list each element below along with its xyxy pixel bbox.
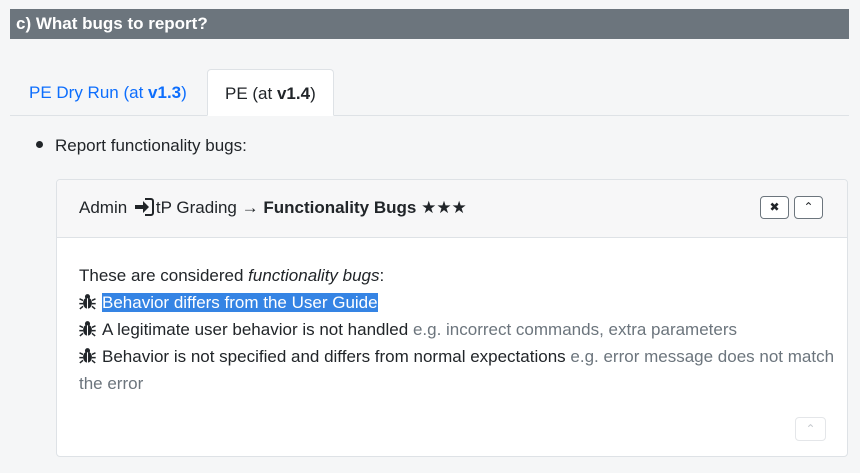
- intro-emphasis: functionality bugs: [248, 266, 380, 285]
- tab-label-suffix: ): [310, 84, 316, 103]
- tab-pe-dry-run[interactable]: PE Dry Run (at v1.3): [12, 69, 204, 116]
- tab-label: PE (at: [225, 84, 277, 103]
- intro-prefix: These are considered: [79, 266, 249, 285]
- title-admin: Admin: [79, 198, 128, 217]
- intro-text: These are considered functionality bugs:: [79, 262, 839, 289]
- tab-version: v1.4: [276, 84, 311, 103]
- bug-text: A legitimate user behavior is not handle…: [102, 320, 409, 339]
- bug-item: Behavior differs from the User Guide: [79, 289, 839, 316]
- section-header: c) What bugs to report?: [10, 9, 849, 39]
- tab-version: v1.3: [148, 83, 182, 102]
- bug-icon: [79, 321, 96, 337]
- card-body: These are considered functionality bugs:…: [79, 262, 839, 397]
- functionality-bugs-card: Admin tP Grading → Functionality Bugs ★★…: [56, 179, 848, 457]
- collapse-bottom-button[interactable]: ⌃: [795, 417, 826, 441]
- tab-bar: PE Dry Run (at v1.3) PE (at v1.4): [10, 69, 849, 116]
- sign-in-icon: [134, 198, 154, 216]
- tab-pe[interactable]: PE (at v1.4): [207, 69, 334, 116]
- tab-label-suffix: ): [181, 83, 187, 102]
- section-title: c) What bugs to report?: [16, 14, 208, 33]
- tab-label: PE Dry Run (at: [29, 83, 149, 102]
- bug-item: Behavior is not specified and differs fr…: [79, 343, 839, 397]
- card-header[interactable]: Admin tP Grading → Functionality Bugs ★★…: [57, 180, 847, 238]
- bullet-text: Report functionality bugs:: [55, 136, 247, 155]
- collapse-button[interactable]: ⌃: [794, 196, 823, 219]
- title-topic: Functionality Bugs: [263, 198, 417, 217]
- title-stars: ★★★: [421, 198, 467, 217]
- bullet-dot: [36, 141, 43, 149]
- bug-text: Behavior differs from the User Guide: [102, 293, 378, 312]
- bug-icon: [79, 294, 96, 310]
- chevron-up-icon: ⌃: [805, 422, 816, 436]
- chevron-up-icon: ⌃: [803, 200, 814, 214]
- close-icon: ✖: [769, 200, 780, 214]
- bullet-item: Report functionality bugs:: [36, 136, 247, 156]
- title-breadcrumb: tP Grading →: [155, 198, 259, 217]
- card-title: Admin tP Grading → Functionality Bugs ★★…: [79, 198, 467, 218]
- bug-text: Behavior is not specified and differs fr…: [102, 347, 566, 366]
- intro-suffix: :: [379, 266, 385, 285]
- bug-icon: [79, 348, 96, 364]
- bug-item: A legitimate user behavior is not handle…: [79, 316, 839, 343]
- bug-example: e.g. incorrect commands, extra parameter…: [412, 320, 738, 339]
- close-button[interactable]: ✖: [760, 196, 789, 219]
